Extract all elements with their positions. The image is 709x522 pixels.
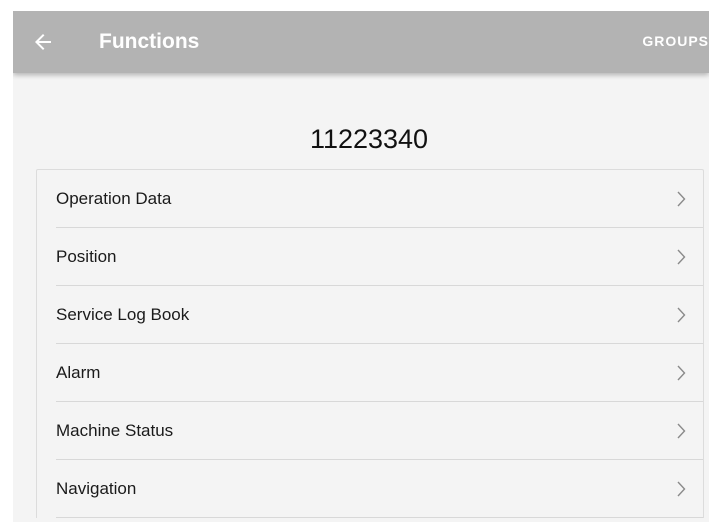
groups-button[interactable]: GROUPS — [642, 32, 709, 50]
chevron-right-icon — [677, 481, 686, 497]
list-item-label: Navigation — [56, 479, 137, 498]
back-button[interactable] — [23, 22, 63, 62]
app-bar: Functions GROUPS — [13, 11, 709, 73]
list-item-machine-status[interactable]: Machine Status — [56, 402, 703, 460]
machine-id-heading: 11223340 — [309, 124, 429, 154]
list-item-alarm[interactable]: Alarm — [56, 344, 703, 402]
list-item-label: Service Log Book — [56, 305, 190, 324]
list-item-navigation[interactable]: Navigation — [56, 460, 703, 518]
chevron-right-icon — [677, 365, 686, 381]
app-screen: Functions GROUPS 11223340 Operation Data… — [13, 11, 709, 522]
chevron-right-icon — [677, 191, 686, 207]
arrow-left-icon — [31, 30, 55, 54]
list-item-service-log-book[interactable]: Service Log Book — [56, 286, 703, 344]
chevron-right-icon — [677, 423, 686, 439]
page-title: Functions — [99, 30, 200, 53]
list-item-label: Alarm — [56, 363, 101, 382]
list-item-position[interactable]: Position — [56, 228, 703, 286]
list-item-operation-data[interactable]: Operation Data — [56, 170, 703, 228]
functions-list: Operation Data Position Service Log Book… — [36, 169, 704, 518]
list-item-label: Operation Data — [56, 189, 172, 208]
chevron-right-icon — [677, 307, 686, 323]
list-item-label: Machine Status — [56, 421, 174, 440]
list-item-label: Position — [56, 247, 117, 266]
chevron-right-icon — [677, 249, 686, 265]
